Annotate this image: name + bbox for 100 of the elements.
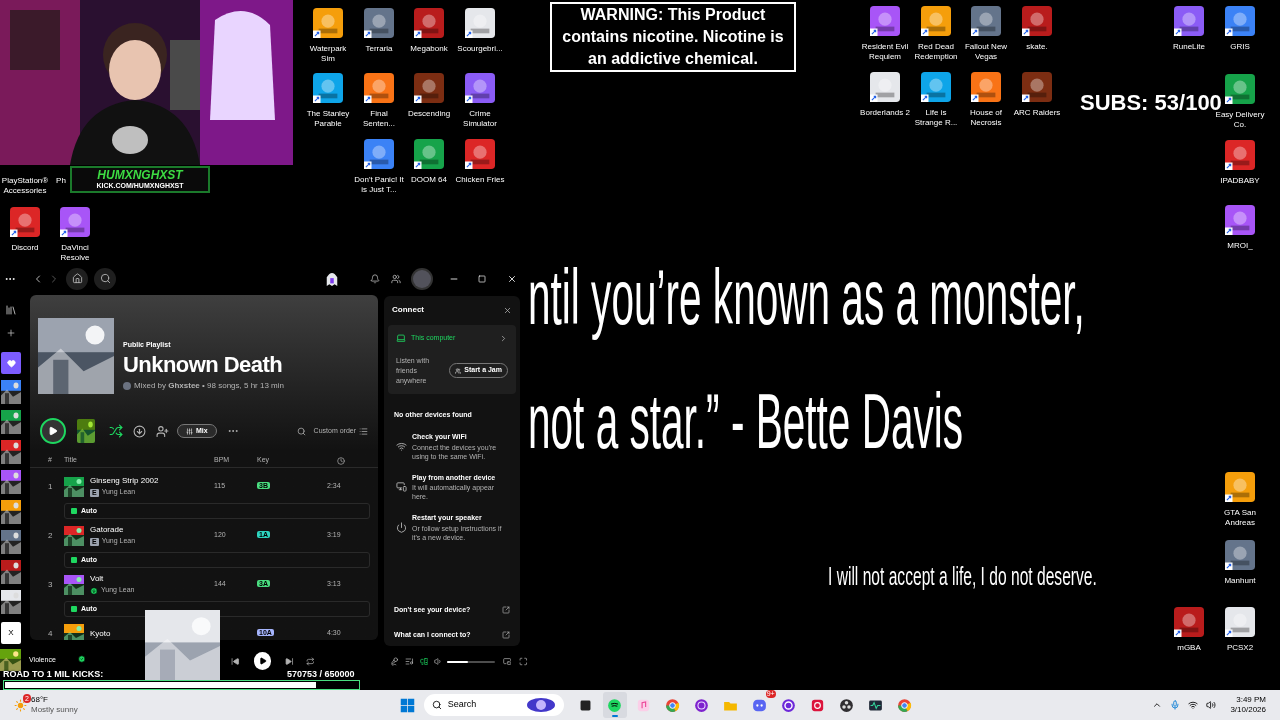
download-icon [90, 586, 98, 595]
play-icon [48, 426, 58, 436]
home-button[interactable] [66, 267, 88, 290]
wifi-icon[interactable] [1188, 700, 1199, 710]
app-icon[interactable] [60, 207, 90, 237]
icon-label: mGBA [1176, 643, 1202, 653]
app-icon [693, 696, 711, 714]
app-icon [664, 696, 682, 714]
app-icon [838, 696, 856, 714]
kicks-goal-count: 570753 / 650000 [287, 668, 355, 681]
icon-label: GTA San Andreas [1223, 508, 1257, 528]
tray-overflow-icon[interactable] [1152, 700, 1163, 710]
download-icon[interactable] [133, 424, 146, 438]
add-icon[interactable] [6, 328, 16, 338]
icon-label: Waterpark Sim [308, 44, 348, 64]
app-icon[interactable] [1225, 540, 1255, 570]
icon-label: DaVinci Resolve [59, 243, 91, 263]
icon-label: Discord [10, 243, 40, 253]
microphone-icon[interactable] [1170, 700, 1181, 710]
icon-label: Scourgebri... [456, 44, 504, 54]
playlist-title: Unknown Death [123, 351, 284, 379]
external-link-icon [502, 606, 510, 615]
app-icon[interactable] [414, 8, 444, 38]
icon-label: RuneLite [1172, 42, 1206, 52]
repeat-icon[interactable] [305, 657, 315, 666]
close-tile[interactable]: X [1, 622, 21, 644]
shuffle-icon[interactable] [109, 424, 123, 438]
connect-device-icon[interactable] [419, 657, 429, 666]
icon-label: Borderlands 2 [860, 108, 910, 118]
track-title: Gatorade [90, 524, 125, 537]
motto-text: I will not accept a life, I do not deserve. [828, 563, 1097, 589]
app-icon[interactable] [364, 8, 394, 38]
app-icon [780, 696, 798, 714]
kicks-goal-label: ROAD TO 1 MIL KICKS: [3, 668, 104, 681]
icon-label: Chicken Fries [455, 175, 505, 185]
add-user-icon[interactable] [156, 424, 169, 438]
streamer-name: HUMXNGHXST [97, 169, 183, 182]
app-icon[interactable] [1174, 607, 1204, 637]
maximize-icon[interactable] [478, 274, 486, 283]
fullscreen-icon[interactable] [519, 657, 528, 666]
app-icon[interactable] [414, 139, 444, 169]
icon-label: Resident Evil Requiem [860, 42, 910, 62]
wifi-icon [396, 440, 407, 452]
volume-icon[interactable] [1206, 700, 1217, 710]
app-icon[interactable] [971, 6, 1001, 36]
avatar[interactable] [413, 269, 431, 288]
app-icon[interactable] [870, 6, 900, 36]
miniplayer-icon[interactable] [502, 657, 512, 666]
play-icon [258, 657, 267, 665]
app-icon[interactable] [10, 207, 40, 237]
icon-label: Crime Simulator [462, 109, 498, 129]
icon-label: Red Dead Redemption [913, 42, 959, 62]
play-button[interactable] [40, 418, 66, 444]
icon-label: Descending [406, 109, 452, 119]
app-icon[interactable] [465, 73, 495, 103]
transition-icon [71, 508, 77, 514]
search-button[interactable] [94, 267, 116, 290]
app-icon[interactable] [1225, 140, 1255, 170]
clock[interactable]: 3:49 PM 3/10/2026 [1230, 695, 1266, 715]
play-button[interactable] [254, 652, 272, 670]
app-icon[interactable] [1225, 205, 1255, 235]
track-title: Kyoto [90, 627, 111, 640]
weather-condition: Mostly sunny [31, 705, 78, 715]
transition-icon [71, 606, 77, 612]
start-icon[interactable] [399, 697, 415, 713]
icon-label: skate. [1025, 42, 1049, 52]
saved-icon[interactable] [77, 655, 86, 663]
heart-icon [6, 358, 16, 368]
icon-label: Manhunt [1223, 576, 1257, 586]
close-icon[interactable] [507, 273, 517, 284]
search-field[interactable]: Search [423, 694, 564, 716]
icon-label: Don't Panic! It is Just T... [354, 175, 404, 195]
app-icon[interactable] [1174, 6, 1204, 36]
search-icon[interactable] [296, 426, 306, 436]
app-icon[interactable] [414, 73, 444, 103]
next-icon[interactable] [285, 657, 294, 666]
app-icon[interactable] [1225, 74, 1255, 104]
icon-label: ARC Raiders [1012, 108, 1062, 118]
app-icon[interactable] [465, 139, 495, 169]
home-icon [71, 273, 83, 284]
app-icon[interactable] [1022, 6, 1052, 36]
icon-label: Fallout New Vegas [963, 42, 1009, 62]
track-number: 1 [48, 480, 54, 493]
app-icon[interactable] [364, 139, 394, 169]
library-icon[interactable] [5, 304, 17, 316]
icon-label: PlayStation® Accessories [0, 176, 50, 196]
queue-icon[interactable] [405, 657, 414, 666]
liked-songs-tile[interactable] [1, 352, 21, 374]
app-icon[interactable] [1022, 72, 1052, 102]
device-icon [396, 481, 407, 493]
notification-icon[interactable] [370, 273, 380, 284]
weather-icon [14, 698, 27, 712]
track-number: 2 [48, 529, 54, 542]
friends-icon[interactable] [391, 273, 401, 284]
previous-icon[interactable] [231, 657, 241, 666]
close-icon[interactable] [503, 305, 512, 315]
lyrics-icon[interactable] [390, 657, 400, 666]
app-icon[interactable] [1225, 6, 1255, 36]
icon-label: Easy Delivery Co. [1215, 110, 1265, 130]
clock-icon [337, 456, 345, 465]
